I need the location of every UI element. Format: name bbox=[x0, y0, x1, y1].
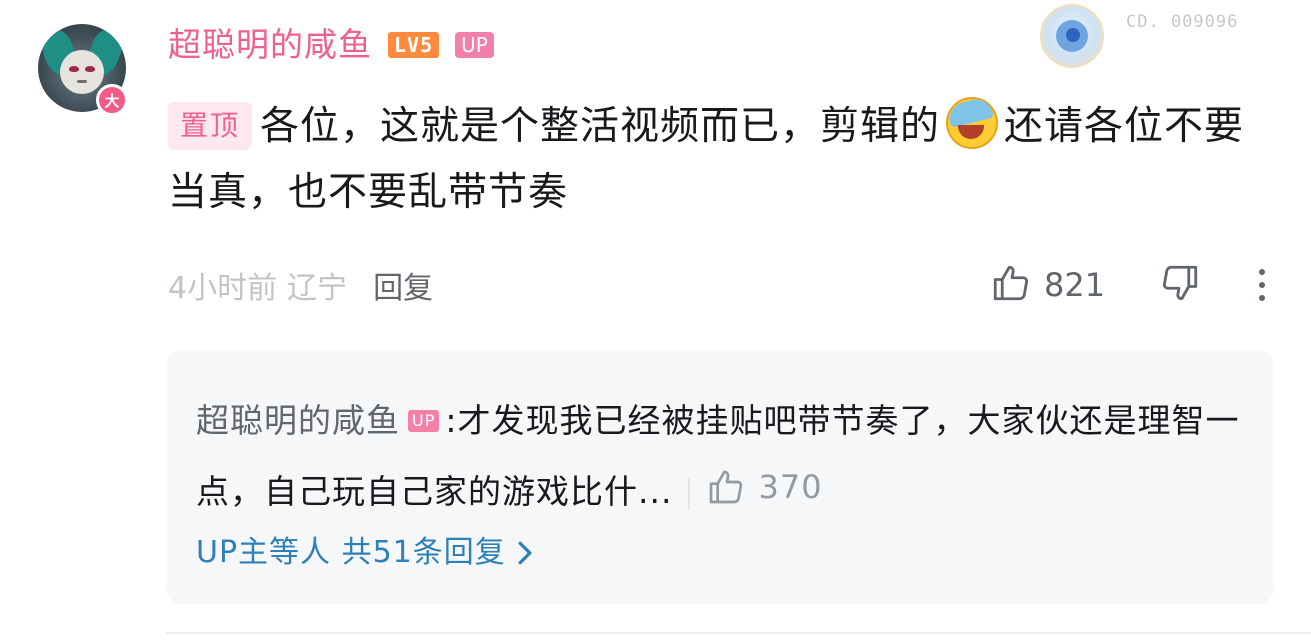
view-more-label: UP主等人 共51条回复 bbox=[196, 535, 506, 570]
sub-reply-like-count: 370 bbox=[758, 468, 823, 506]
sub-reply-up-badge: UP bbox=[408, 410, 440, 432]
thumb-down-icon[interactable] bbox=[1159, 262, 1201, 308]
vip-badge: 大 bbox=[96, 84, 128, 116]
thumb-up-icon[interactable] bbox=[990, 262, 1032, 308]
pin-tag: 置顶 bbox=[168, 102, 253, 150]
avatar-eye-right bbox=[85, 66, 95, 72]
more-vertical-icon[interactable] bbox=[1259, 269, 1266, 301]
avatar-eye-left bbox=[69, 66, 79, 72]
like-count: 821 bbox=[1044, 266, 1106, 304]
sub-reply: 超聪明的咸鱼 UP:才发现我已经被挂贴吧带节奏了，大家伙还是理智一点，自己玩自己家… bbox=[196, 388, 1256, 525]
fan-medal-icon[interactable] bbox=[1040, 4, 1104, 68]
sub-reply-like[interactable]: 370 bbox=[706, 454, 822, 520]
chevron-right-icon bbox=[518, 541, 532, 565]
reply-button[interactable]: 回复 bbox=[373, 263, 433, 307]
divider bbox=[688, 477, 691, 509]
thumb-up-icon bbox=[710, 470, 743, 504]
avatar-face bbox=[60, 50, 104, 94]
up-badge: UP bbox=[455, 32, 494, 58]
fan-medal-flower bbox=[1066, 28, 1080, 42]
comment-location: 辽宁 bbox=[287, 271, 348, 306]
level-badge: LV5 bbox=[388, 32, 440, 58]
bottom-divider bbox=[166, 632, 1311, 634]
avatar-mouth bbox=[77, 80, 87, 83]
laughing-crying-emoji-icon bbox=[946, 96, 999, 149]
comment-content: 置顶 各位，这就是个整活视频而已，剪辑的 还请各位不要当真，也不要乱带节奏 bbox=[168, 94, 1268, 226]
sub-reply-box[interactable]: 超聪明的咸鱼 UP:才发现我已经被挂贴吧带节奏了，大家伙还是理智一点，自己玩自己家… bbox=[166, 350, 1274, 604]
sub-reply-username[interactable]: 超聪明的咸鱼 bbox=[196, 401, 400, 440]
comment-meta: 4小时前 辽宁 回复 bbox=[168, 262, 433, 308]
comment-time: 4小时前 bbox=[168, 271, 278, 306]
comment-actions: 821 bbox=[990, 260, 1266, 310]
comment-item: 大 超聪明的咸鱼 LV5 UP CD. 009096 置顶 各位，这就是个整活视频… bbox=[0, 0, 1311, 643]
username-row: 超聪明的咸鱼 LV5 UP bbox=[168, 20, 494, 70]
sub-reply-separator: : bbox=[445, 401, 458, 440]
fan-medal-id: CD. 009096 bbox=[1126, 12, 1239, 32]
view-more-replies-link[interactable]: UP主等人 共51条回复 bbox=[196, 530, 536, 576]
comment-text-part1: 各位，这就是个整活视频而已，剪辑的 bbox=[260, 104, 941, 149]
username[interactable]: 超聪明的咸鱼 bbox=[168, 20, 372, 70]
